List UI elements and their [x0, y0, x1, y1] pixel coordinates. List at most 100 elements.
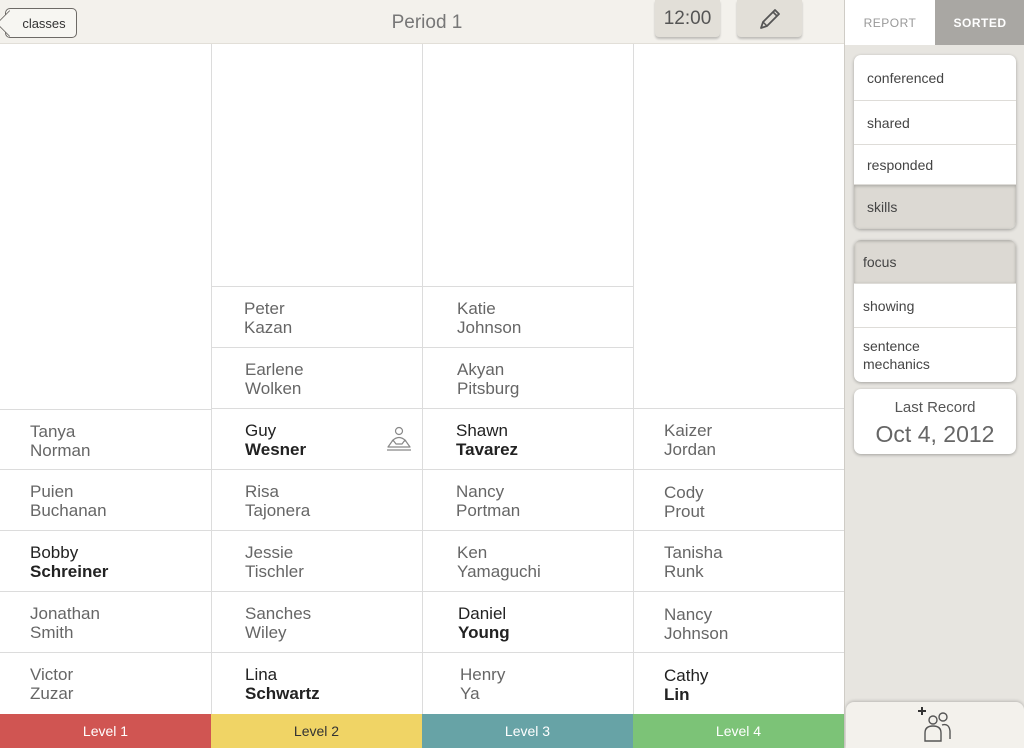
student-card[interactable]: Guy Wesner [212, 408, 422, 468]
student-first-name: Ken [457, 543, 488, 562]
student-first-name: Victor [30, 665, 74, 684]
student-first-name: Risa [245, 482, 280, 501]
back-button[interactable]: classes [5, 8, 77, 38]
student-card[interactable]: Cathy Lin [634, 652, 844, 712]
level-1-column: Tanya Norman Puien Buchanan Bobby Schreiner… [0, 44, 211, 714]
student-card[interactable]: Sanches Wiley [212, 591, 422, 651]
student-card[interactable]: Kaizer Jordan [634, 408, 844, 468]
student-last-name: Schreiner [30, 562, 109, 581]
student-last-name: Ya [460, 684, 480, 703]
student-first-name: Shawn [456, 421, 508, 440]
student-first-name: Katie [457, 299, 496, 318]
student-last-name: Yamaguchi [457, 562, 541, 581]
last-record-date: Oct 4, 2012 [875, 421, 995, 447]
student-first-name: Puien [30, 482, 74, 501]
student-card[interactable]: Henry Ya [423, 652, 633, 712]
student-first-name: Nancy [664, 605, 713, 624]
student-first-name: Guy [245, 421, 277, 440]
student-card[interactable]: Lina Schwartz [212, 652, 422, 712]
student-card[interactable]: Akyan Pitsburg [423, 347, 633, 407]
student-last-name: Kazan [244, 318, 293, 337]
student-last-name: Runk [664, 562, 704, 581]
student-last-name: Wesner [245, 440, 307, 459]
student-card[interactable]: Puien Buchanan [0, 469, 211, 529]
student-card[interactable]: Shawn Tavarez [423, 408, 633, 468]
student-first-name: Tanya [30, 422, 76, 441]
student-card[interactable]: Tanya Norman [0, 409, 211, 469]
student-last-name: Pitsburg [457, 379, 520, 398]
filter-focus[interactable]: focus [854, 240, 1016, 284]
student-first-name: Sanches [245, 604, 312, 623]
student-last-name: Prout [664, 502, 705, 521]
level-3-column: Katie Johnson Akyan Pitsburg Shawn Tavarez … [422, 44, 633, 714]
filter-sentence-mechanics[interactable]: sentence mechanics [854, 328, 954, 382]
student-card[interactable]: Nancy Johnson [634, 591, 844, 651]
student-card[interactable]: Bobby Schreiner [0, 530, 211, 590]
student-last-name: Zuzar [30, 684, 74, 703]
student-first-name: Cody [664, 483, 704, 502]
student-card[interactable]: Jessie Tischler [212, 530, 422, 590]
student-last-name: Johnson [664, 624, 729, 643]
student-first-name: Henry [460, 665, 506, 684]
student-card[interactable]: Peter Kazan [212, 286, 422, 346]
level-2-column: Peter Kazan Earlene Wolken Guy Wesner Risa T… [211, 44, 422, 714]
view-segmented-control: REPORT SORTED [845, 0, 1024, 45]
add-student-button[interactable] [846, 702, 1024, 748]
top-bar: classes Period 1 12:00 [0, 0, 844, 44]
student-last-name: Wiley [245, 623, 287, 642]
student-last-name: Schwartz [245, 684, 320, 703]
edit-button[interactable] [737, 0, 802, 37]
student-first-name: Tanisha [664, 543, 723, 562]
student-last-name: Tajonera [245, 501, 311, 520]
student-last-name: Johnson [457, 318, 522, 337]
last-record-label: Last Record [894, 399, 976, 416]
level-4-column: Kaizer Jordan Cody Prout Tanisha Runk Nancy… [633, 44, 844, 714]
level-3-label[interactable]: Level 3 [422, 714, 633, 748]
criterion-conferenced[interactable]: conferenced [854, 55, 1016, 101]
level-4-label[interactable]: Level 4 [633, 714, 844, 748]
student-card[interactable]: Katie Johnson [423, 286, 633, 346]
student-card[interactable]: Nancy Portman [423, 469, 633, 529]
student-card[interactable]: Tanisha Runk [634, 530, 844, 590]
criterion-shared[interactable]: shared [854, 101, 1016, 145]
criterion-responded[interactable]: responded [854, 145, 1016, 185]
level-1-label[interactable]: Level 1 [0, 714, 211, 748]
student-last-name: Smith [30, 623, 74, 642]
student-first-name: Bobby [30, 543, 79, 562]
time-button[interactable]: 12:00 [655, 0, 720, 37]
sidebar: REPORT SORTED conferenced shared respond… [844, 0, 1024, 748]
student-first-name: Kaizer [664, 421, 713, 440]
student-card[interactable]: Ken Yamaguchi [423, 530, 633, 590]
student-card[interactable]: Cody Prout [634, 469, 844, 529]
skill-filter-group: focus showing sentence mechanics [854, 240, 1016, 382]
sort-criteria-group: conferenced shared responded skills [854, 55, 1016, 229]
tab-sorted[interactable]: SORTED [935, 0, 1024, 45]
student-first-name: Lina [245, 665, 278, 684]
student-last-name: Tavarez [456, 440, 519, 459]
student-card[interactable]: Risa Tajonera [212, 469, 422, 529]
student-first-name: Akyan [457, 360, 505, 379]
back-button-label: classes [22, 15, 66, 31]
student-first-name: Daniel [458, 604, 507, 623]
level-2-label[interactable]: Level 2 [211, 714, 422, 748]
page-title: Period 1 [391, 12, 463, 33]
filter-showing[interactable]: showing [854, 284, 1016, 328]
student-card[interactable]: Jonathan Smith [0, 591, 211, 651]
add-student-icon [918, 707, 951, 742]
student-card[interactable]: Earlene Wolken [212, 347, 422, 407]
student-last-name: Jordan [664, 440, 716, 459]
student-last-name: Norman [30, 441, 91, 460]
tab-report[interactable]: REPORT [845, 0, 935, 45]
last-record-panel: Last Record Oct 4, 2012 [854, 389, 1016, 454]
student-first-name: Jonathan [30, 604, 100, 623]
student-last-name: Lin [664, 685, 690, 704]
student-grid: Tanya Norman Puien Buchanan Bobby Schreiner… [0, 44, 844, 714]
pencil-icon [759, 8, 780, 29]
level-bar: Level 1 Level 2 Level 3 Level 4 [0, 714, 844, 748]
student-card[interactable]: Victor Zuzar [0, 652, 211, 712]
student-card[interactable]: Daniel Young [423, 591, 633, 651]
criterion-skills[interactable]: skills [854, 185, 1016, 229]
student-last-name: Tischler [245, 562, 304, 581]
conference-icon [387, 426, 411, 451]
student-first-name: Earlene [245, 360, 304, 379]
